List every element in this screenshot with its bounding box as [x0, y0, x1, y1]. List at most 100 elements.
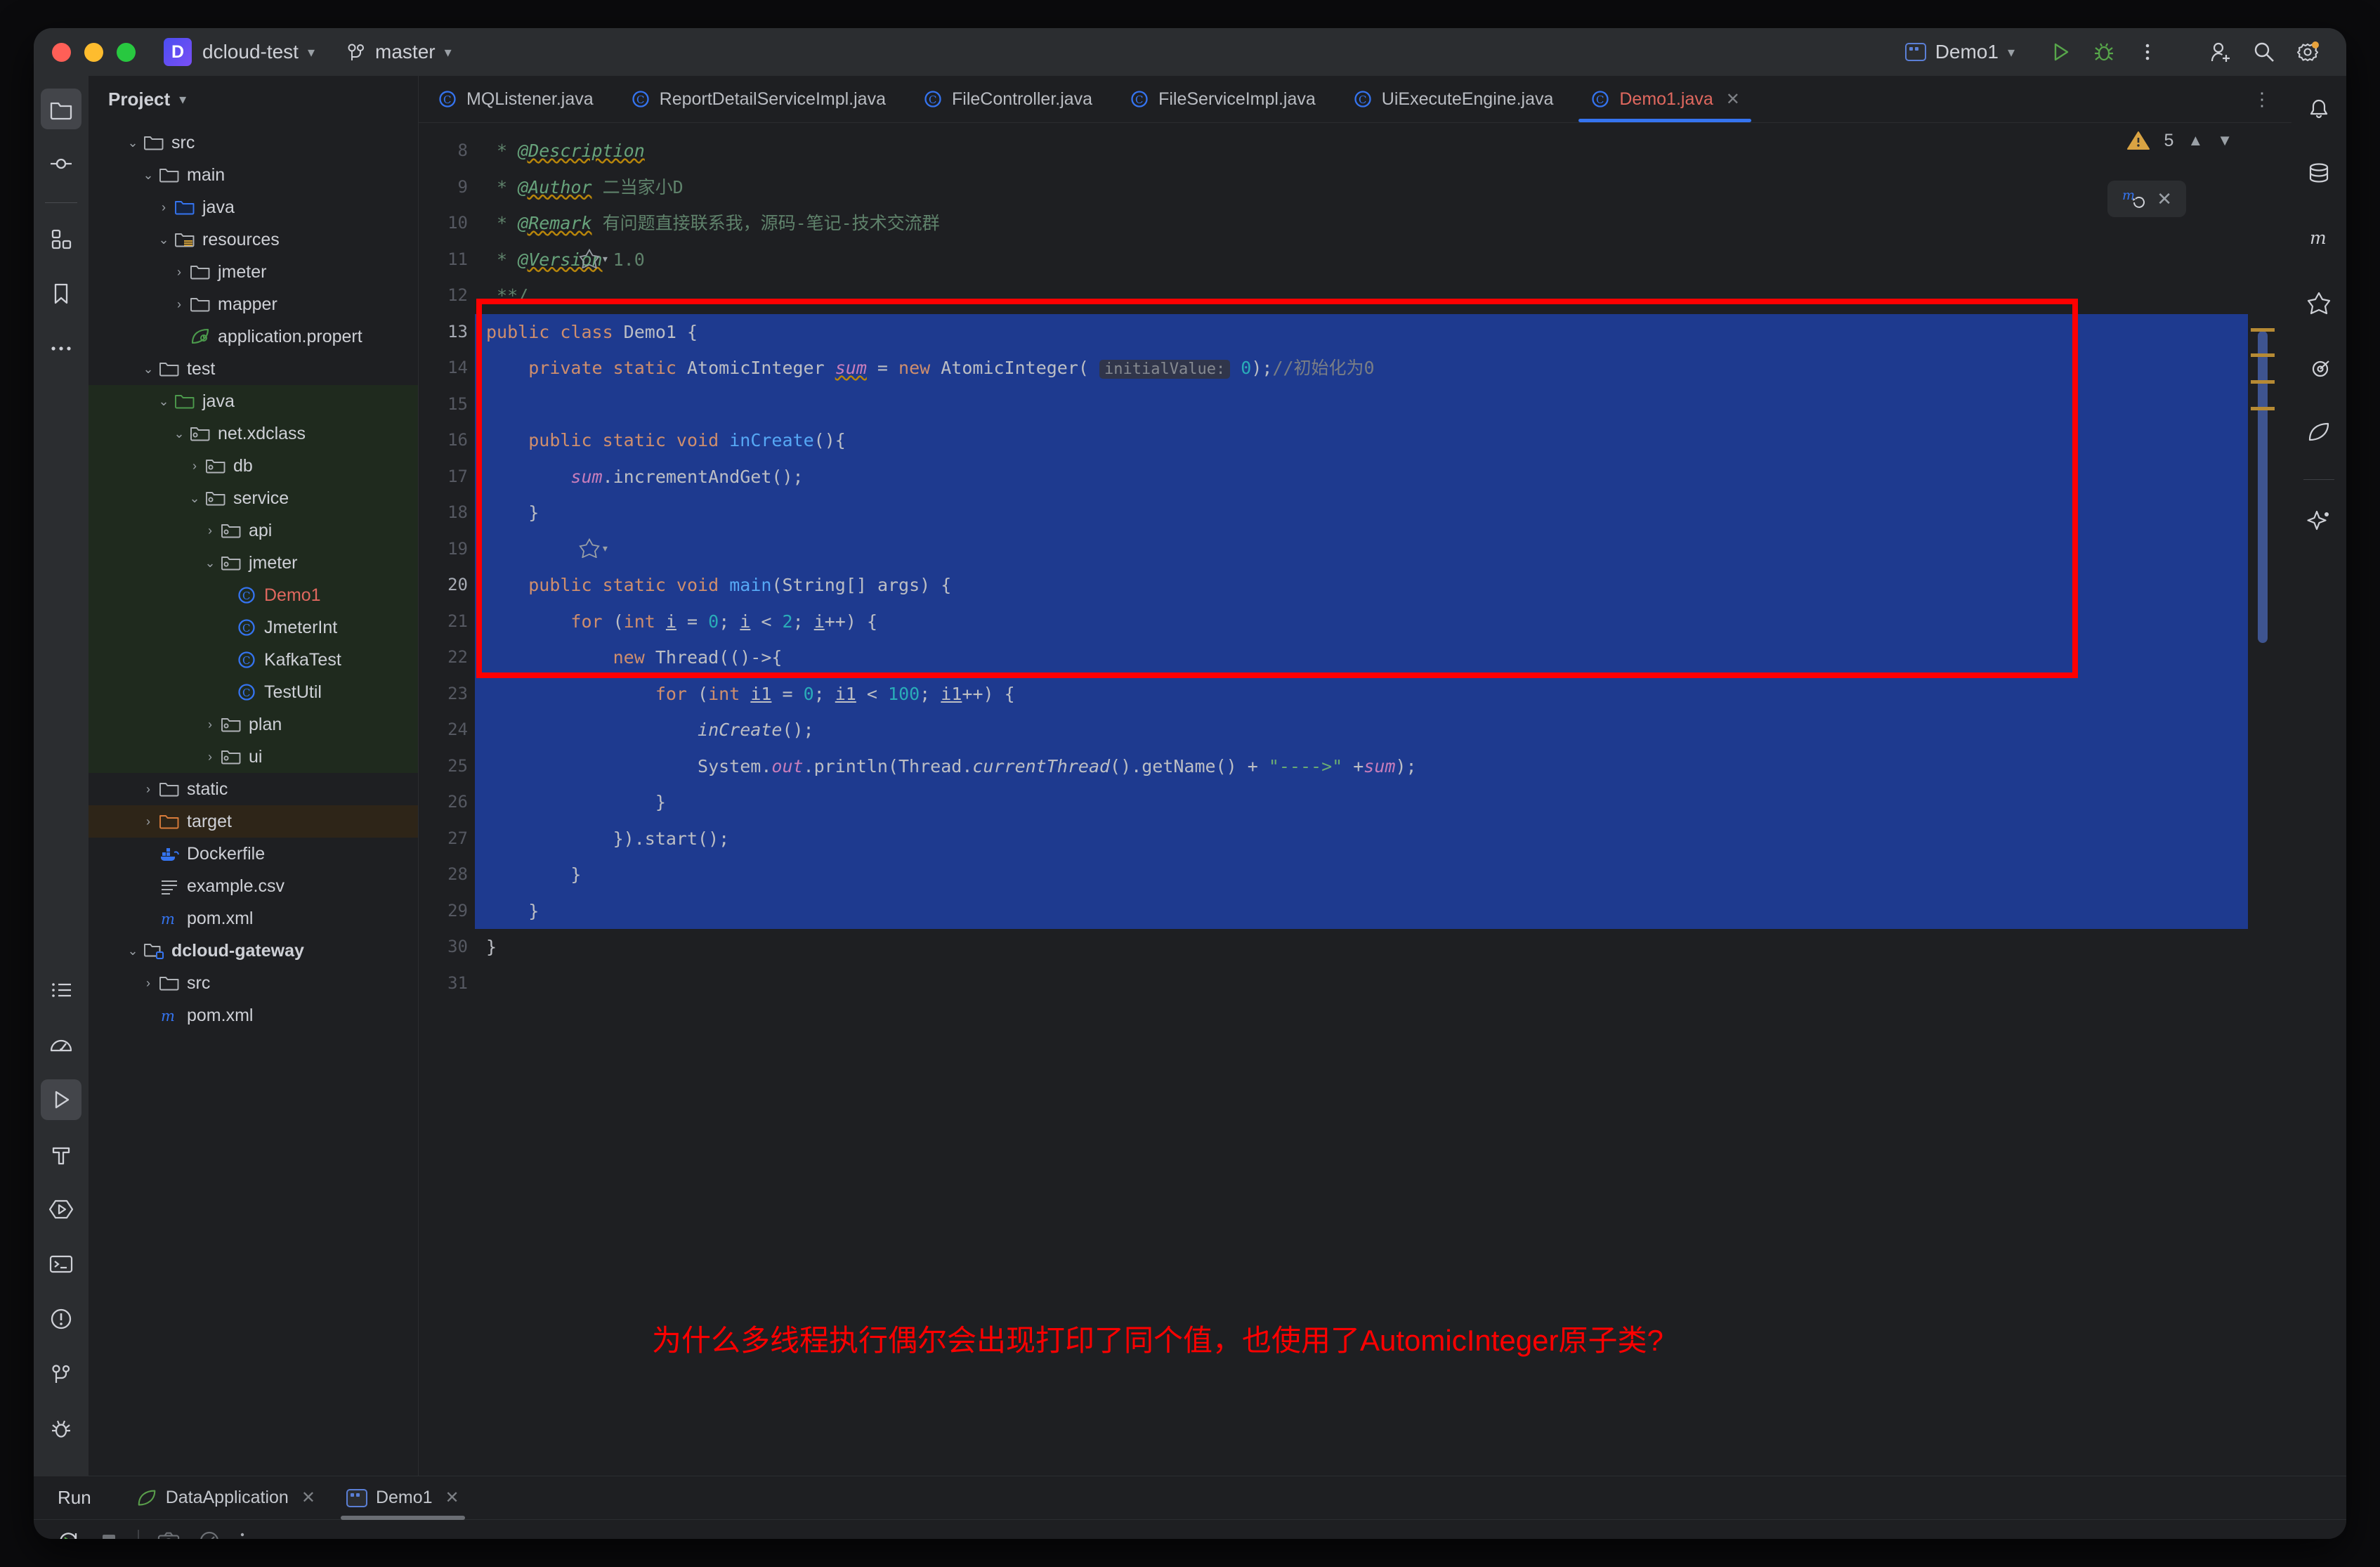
debug-button[interactable] — [2085, 33, 2123, 71]
gutter-line-14[interactable]: 14 — [419, 350, 475, 386]
run-tab-demo1[interactable]: Demo1 ✕ — [331, 1476, 475, 1520]
tree-item-kafkatest[interactable]: CKafkaTest — [89, 644, 418, 676]
profile-button[interactable] — [198, 1530, 221, 1540]
sidebar-item-todo[interactable] — [41, 970, 81, 1010]
editor-tab-mqlistener-java[interactable]: CMQListener.java — [419, 76, 612, 122]
code-line-23[interactable]: for (int i1 = 0; i1 < 100; i1++) { — [475, 676, 2248, 713]
gutter-line-24[interactable]: 24 — [419, 712, 475, 748]
code-line-16[interactable]: public static void inCreate(){ — [475, 422, 2248, 459]
code-line-28[interactable]: } — [475, 857, 2248, 893]
code-line-19[interactable] — [475, 531, 2248, 568]
gutter-line-8[interactable]: 8 — [419, 133, 475, 169]
gutter-line-10[interactable]: 10 — [419, 205, 475, 242]
tree-item-net-xdclass[interactable]: ⌄net.xdclass — [89, 417, 418, 450]
sidebar-item-ai-assistant[interactable] — [2299, 501, 2339, 542]
tree-item-target[interactable]: ›target — [89, 805, 418, 838]
disclosure-right-icon[interactable]: › — [201, 750, 219, 765]
project-panel-header[interactable]: Project ▾ — [89, 76, 418, 122]
code-line-14[interactable]: private static AtomicInteger sum = new A… — [475, 350, 2248, 386]
tree-item-java[interactable]: ⌄java — [89, 385, 418, 417]
window-controls[interactable] — [52, 43, 136, 62]
gutter-line-15[interactable]: 15 — [419, 386, 475, 423]
tree-item-jmeter[interactable]: ›jmeter — [89, 256, 418, 288]
disclosure-right-icon[interactable]: › — [139, 976, 157, 991]
sidebar-item-problems[interactable] — [41, 1299, 81, 1339]
tree-item-test[interactable]: ⌄test — [89, 353, 418, 385]
code-line-26[interactable]: } — [475, 784, 2248, 821]
gutter-line-18[interactable]: 18 — [419, 495, 475, 531]
tree-item-jmeter[interactable]: ⌄jmeter — [89, 547, 418, 579]
project-tree[interactable]: ⌄src⌄main›java⌄resources›jmeter›mapperap… — [89, 122, 418, 1476]
disclosure-down-icon[interactable]: ⌄ — [155, 233, 173, 247]
sidebar-item-services[interactable] — [41, 1189, 81, 1230]
editor-code[interactable]: * @Description * @Author 二当家小D * @Remark… — [475, 123, 2248, 1476]
disclosure-right-icon[interactable]: › — [201, 717, 219, 732]
maximize-window-button[interactable] — [117, 43, 136, 62]
more-actions-button[interactable] — [2129, 33, 2166, 71]
tree-item-jmeterint[interactable]: CJmeterInt — [89, 611, 418, 644]
gutter-line-19[interactable]: 19 — [419, 531, 475, 568]
tree-item-mapper[interactable]: ›mapper — [89, 288, 418, 320]
code-line-11[interactable]: * @Version 1.0 — [475, 242, 2248, 278]
code-line-24[interactable]: inCreate(); — [475, 712, 2248, 748]
gutter-line-25[interactable]: 25 — [419, 748, 475, 785]
screenshot-button[interactable] — [157, 1531, 180, 1540]
gutter-line-26[interactable]: 26 — [419, 784, 475, 821]
code-line-20[interactable]: public static void main(String[] args) { — [475, 567, 2248, 604]
disclosure-down-icon[interactable]: ⌄ — [124, 944, 142, 958]
code-line-30[interactable]: } — [475, 929, 2248, 965]
close-window-button[interactable] — [52, 43, 71, 62]
code-line-17[interactable]: sum.incrementAndGet(); — [475, 459, 2248, 495]
disclosure-down-icon[interactable]: ⌄ — [124, 136, 142, 150]
sidebar-item-project[interactable] — [41, 89, 81, 129]
scrollbar-thumb[interactable] — [2258, 331, 2268, 643]
gutter-line-17[interactable]: 17 — [419, 459, 475, 495]
sidebar-item-debug[interactable] — [41, 1408, 81, 1449]
tree-item-application-propert[interactable]: application.propert — [89, 320, 418, 353]
tree-item-ui[interactable]: ›ui — [89, 741, 418, 773]
stop-button[interactable] — [98, 1530, 119, 1540]
code-line-10[interactable]: * @Remark 有问题直接联系我，源码-笔记-技术交流群 — [475, 205, 2248, 242]
close-icon[interactable]: ✕ — [2157, 188, 2172, 210]
editor-tab-bar[interactable]: CMQListener.javaCReportDetailServiceImpl… — [419, 76, 2291, 122]
gutter-line-16[interactable]: 16 — [419, 422, 475, 459]
disclosure-down-icon[interactable]: ⌄ — [155, 394, 173, 409]
disclosure-right-icon[interactable]: › — [185, 459, 204, 474]
editor-tabs-more-button[interactable]: ⋮ — [2235, 76, 2291, 122]
disclosure-right-icon[interactable]: › — [139, 782, 157, 797]
tree-item-main[interactable]: ⌄main — [89, 159, 418, 191]
gutter-line-9[interactable]: 9 — [419, 169, 475, 206]
sidebar-item-database[interactable] — [2299, 153, 2339, 194]
gutter-line-30[interactable]: 30 — [419, 929, 475, 965]
tree-item-demo1[interactable]: CDemo1 — [89, 579, 418, 611]
project-selector[interactable]: D dcloud-test ▾ — [164, 38, 315, 66]
tree-item-src[interactable]: ⌄src — [89, 126, 418, 159]
disclosure-right-icon[interactable]: › — [155, 200, 173, 215]
editor-gutter[interactable]: 8910111213 14151617181920 21222324252627… — [419, 123, 475, 1476]
error-stripe-markers[interactable] — [2248, 123, 2291, 1476]
sidebar-item-maven[interactable]: m — [2299, 218, 2339, 259]
disclosure-right-icon[interactable]: › — [201, 524, 219, 538]
tree-item-testutil[interactable]: CTestUtil — [89, 676, 418, 708]
disclosure-down-icon[interactable]: ⌄ — [201, 556, 219, 571]
tree-item-static[interactable]: ›static — [89, 773, 418, 805]
code-line-21[interactable]: for (int i = 0; i < 2; i++) { — [475, 604, 2248, 640]
gutter-line-12[interactable]: 12 — [419, 278, 475, 314]
code-line-18[interactable]: } — [475, 495, 2248, 531]
gutter-line-29[interactable]: 29 — [419, 893, 475, 930]
editor-tab-fileserviceimpl-java[interactable]: CFileServiceImpl.java — [1111, 76, 1334, 122]
prev-problem-button[interactable]: ▲ — [2188, 131, 2203, 150]
minimize-window-button[interactable] — [84, 43, 103, 62]
more-actions-button[interactable] — [239, 1530, 246, 1540]
disclosure-down-icon[interactable]: ⌄ — [185, 491, 204, 506]
sidebar-item-gradle[interactable] — [2299, 347, 2339, 388]
gutter-line-23[interactable]: 23 — [419, 676, 475, 713]
gutter-line-21[interactable]: 21 — [419, 604, 475, 640]
next-problem-button[interactable]: ▼ — [2217, 131, 2232, 150]
code-line-27[interactable]: }).start(); — [475, 821, 2248, 857]
disclosure-right-icon[interactable]: › — [170, 265, 188, 280]
code-line-13[interactable]: public class Demo1 { — [475, 314, 2248, 351]
editor-tab-demo1-java[interactable]: CDemo1.java✕ — [1571, 76, 1758, 122]
editor-tab-filecontroller-java[interactable]: CFileController.java — [904, 76, 1111, 122]
add-user-button[interactable] — [2202, 33, 2240, 71]
